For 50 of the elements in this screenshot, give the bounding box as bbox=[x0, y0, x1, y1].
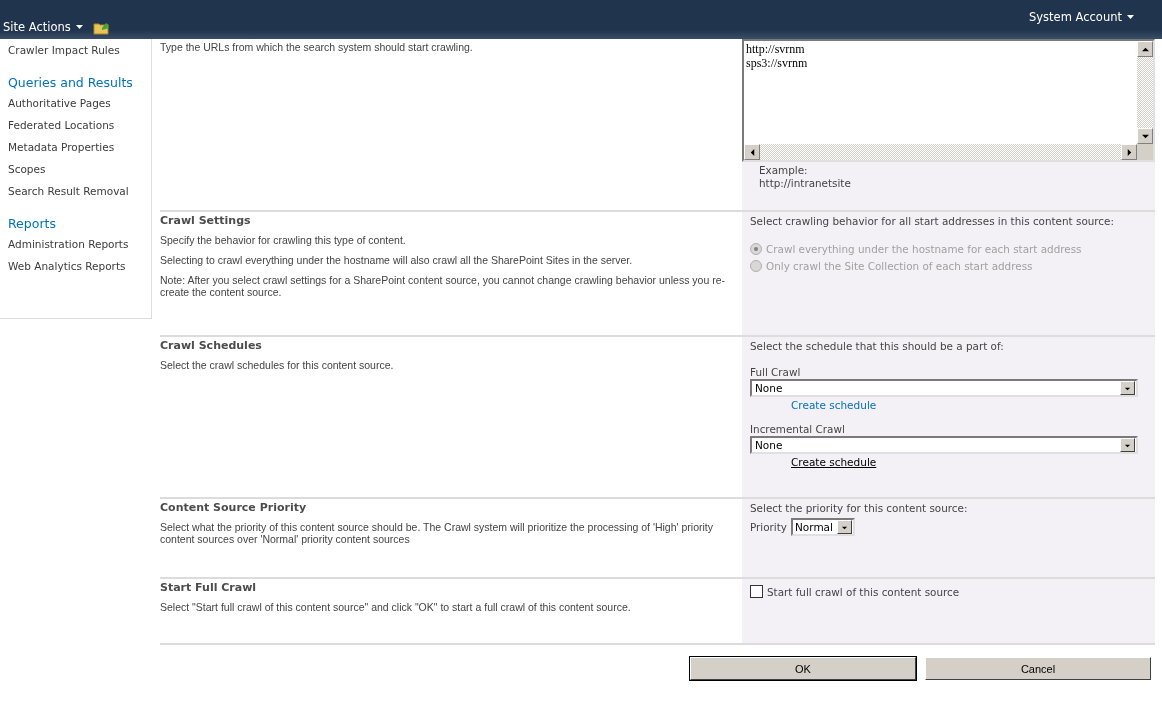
priority-dropdown[interactable]: Normal bbox=[791, 518, 855, 536]
field-label: Full Crawl bbox=[750, 366, 802, 378]
nav-link[interactable]: Search Result Removal bbox=[8, 180, 151, 202]
nav-link[interactable]: Scopes bbox=[8, 158, 151, 180]
create-schedule-link[interactable]: Create schedule bbox=[791, 456, 877, 468]
section-prompt: Select crawling behavior for all start addresses in this content source: bbox=[750, 214, 1115, 229]
section-title: Start Full Crawl bbox=[160, 581, 258, 594]
left-arrow-icon bbox=[748, 148, 756, 156]
field-label: Incremental Crawl bbox=[750, 423, 846, 435]
example-text: Example: bbox=[759, 164, 809, 177]
section-title: Content Source Priority bbox=[160, 501, 308, 514]
site-actions-menu[interactable]: Site Actions bbox=[3, 20, 83, 34]
vertical-scrollbar[interactable] bbox=[1137, 41, 1153, 144]
account-menu[interactable]: System Account bbox=[1029, 10, 1134, 24]
url-text-area[interactable]: http://svrnm sps3://svrnm bbox=[742, 39, 1155, 162]
nav-link[interactable]: Authoritative Pages bbox=[8, 92, 151, 114]
dropdown[interactable]: None bbox=[750, 436, 1138, 454]
section-prompt: Select the priority for this content source: bbox=[750, 501, 969, 516]
section-prompt: Select the schedule that this should be a part of: bbox=[750, 339, 1005, 354]
field-label: Priority bbox=[750, 521, 787, 533]
caret-icon bbox=[1127, 15, 1134, 19]
dialog-button[interactable]: Cancel bbox=[925, 657, 1151, 680]
section-description: Select the crawl schedules for this content source. bbox=[160, 359, 395, 371]
right-arrow-icon bbox=[1125, 148, 1133, 156]
horizontal-scrollbar[interactable] bbox=[744, 144, 1137, 160]
section-description: Note: After you select crawl settings for a SharePoint content source, you cannot change crawling behavior unless you re-create the content source. bbox=[160, 274, 726, 298]
nav-link[interactable]: Metadata Properties bbox=[8, 136, 151, 158]
nav-link[interactable]: Crawler Impact Rules bbox=[8, 39, 151, 61]
nav-link[interactable]: Federated Locations bbox=[8, 114, 151, 136]
section-description: Type the URLs from which the search system should start crawling. bbox=[160, 41, 474, 53]
section-description: Specify the behavior for crawling this type of content. bbox=[160, 234, 407, 246]
section-title: Crawl Settings bbox=[160, 214, 252, 227]
dialog-button[interactable]: OK bbox=[690, 657, 916, 680]
checkbox[interactable] bbox=[750, 585, 763, 598]
dropdown[interactable]: None bbox=[750, 379, 1138, 397]
section-description: Select what the priority of this content source should be. The Crawl system will prioritize the processing of 'High' priority content sources over 'Normal' priority content sources bbox=[160, 521, 714, 545]
down-arrow-icon bbox=[1141, 132, 1149, 140]
nav-heading[interactable]: Queries and Results bbox=[8, 75, 151, 90]
section-title: Crawl Schedules bbox=[160, 339, 263, 352]
caret-icon bbox=[75, 25, 83, 29]
scrollbar-corner bbox=[1137, 144, 1153, 160]
up-arrow-icon bbox=[1141, 45, 1149, 53]
create-schedule-link[interactable]: Create schedule bbox=[791, 399, 877, 411]
checkbox-label[interactable]: Start full crawl of this content source bbox=[767, 585, 960, 598]
nav-link[interactable]: Web Analytics Reports bbox=[8, 255, 151, 277]
nav-link[interactable]: Administration Reports bbox=[8, 233, 151, 255]
section-description: Selecting to crawl everything under the hostname will also crawl all the SharePoint Sites in the server. bbox=[160, 254, 634, 266]
nav-heading[interactable]: Reports bbox=[8, 216, 151, 231]
example-text: http://intranetsite bbox=[759, 177, 852, 190]
section-description: Select "Start full crawl of this content source" and click "OK" to start a full crawl of this content source. bbox=[160, 601, 632, 613]
